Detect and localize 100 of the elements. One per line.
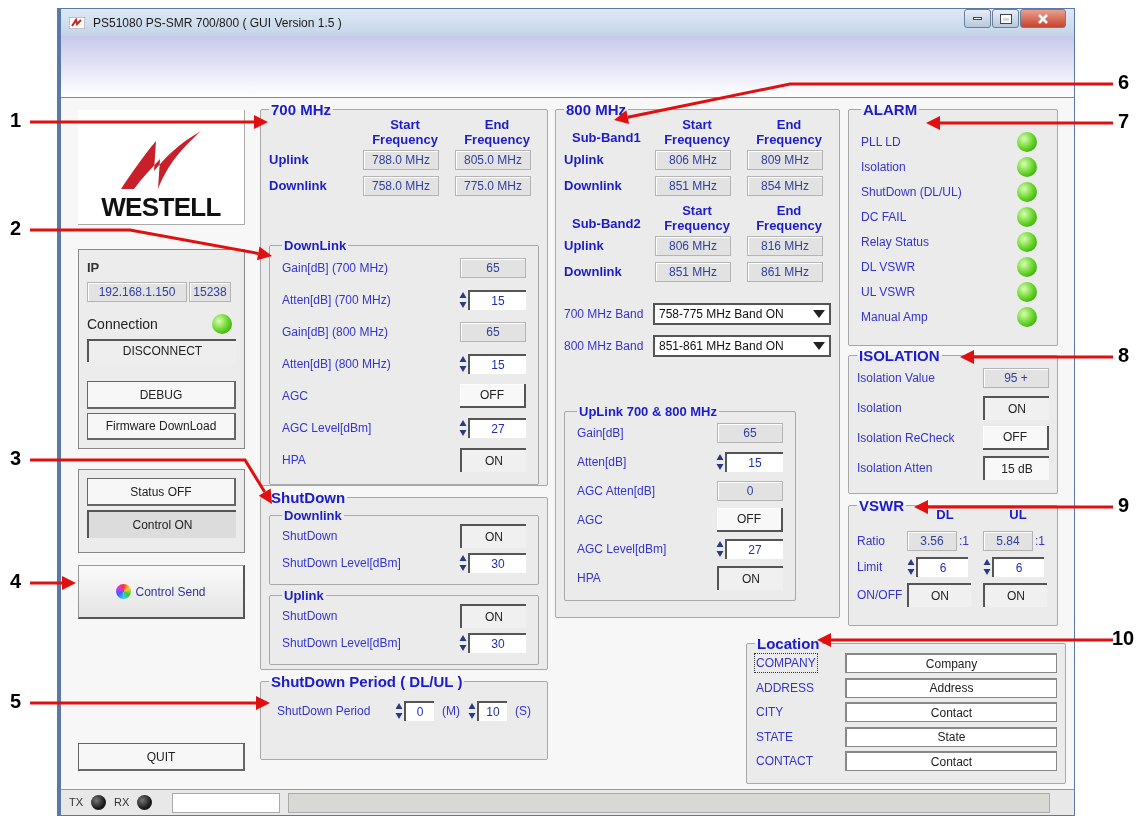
readout-field: 758.0 MHz (363, 176, 439, 196)
callout-number: 2 (10, 218, 22, 238)
spin-arrows-icon[interactable] (468, 702, 476, 720)
control-send-button[interactable]: Control Send (78, 565, 245, 619)
spin-arrows-icon[interactable] (716, 539, 724, 558)
row-label: Downlink (564, 263, 623, 282)
readout-field: 851 MHz (655, 262, 731, 282)
number-input[interactable]: 27 (725, 538, 783, 559)
number-input[interactable]: 10 (477, 701, 507, 721)
spin-arrows-icon[interactable] (459, 553, 467, 572)
disconnect-button[interactable]: DISCONNECT (87, 338, 236, 362)
spin-arrows-icon[interactable] (459, 291, 467, 309)
number-input[interactable]: 30 (468, 632, 526, 653)
action-button[interactable]: DEBUG (87, 381, 236, 409)
row-label: Uplink (564, 237, 605, 256)
row-label: Gain[dB] (700 MHz) (282, 260, 389, 277)
toggle-button[interactable]: OFF (983, 426, 1049, 450)
group-title: UpLink 700 & 800 MHz (578, 405, 718, 418)
alarm-label: ShutDown (DL/UL) (861, 183, 962, 201)
toggle-button[interactable]: ON (460, 523, 526, 548)
spin-arrows-icon[interactable] (983, 557, 991, 576)
number-input[interactable]: 15 (468, 354, 526, 374)
action-button[interactable]: Status OFF (87, 478, 236, 506)
callout-number: 3 (10, 448, 22, 468)
row-label: ShutDown (282, 607, 338, 625)
number-input[interactable]: 15 (468, 290, 526, 310)
spin-arrows-icon[interactable] (395, 702, 403, 720)
spin-arrows-icon[interactable] (716, 452, 724, 471)
text-input[interactable]: Contact (845, 751, 1057, 772)
readout-field: 806 MHz (655, 236, 731, 256)
band-label: 700 MHz Band (564, 306, 644, 323)
action-button[interactable]: QUIT (78, 743, 245, 771)
toggle-button[interactable]: ON (460, 448, 526, 472)
row-label: ShutDown Level[dBm] (282, 554, 401, 572)
column-header: Start Frequency (371, 117, 439, 147)
callout-number: 6 (1118, 72, 1130, 92)
action-button[interactable]: Control ON (87, 510, 236, 538)
column-header: Start Frequency (663, 203, 731, 233)
row-label: Downlink (269, 177, 328, 196)
callout-number: 10 (1112, 628, 1135, 648)
readout-field: 809 MHz (747, 150, 823, 170)
row-label: AGC Atten[dB] (577, 482, 656, 500)
sub-band-title: Sub-Band1 (571, 128, 642, 147)
text-input[interactable]: Address (845, 677, 1057, 698)
ip-label: IP (87, 259, 101, 277)
location-label: CITY (755, 704, 785, 722)
callout-number: 1 (10, 110, 22, 130)
toggle-button[interactable]: ON (907, 582, 971, 607)
ratio-unit: :1 (1035, 532, 1045, 550)
group-title: 800 MHz (565, 102, 628, 117)
number-input[interactable]: 6 (992, 556, 1044, 577)
text-input[interactable]: Contact (845, 702, 1057, 723)
column-header: End Frequency (463, 117, 531, 147)
readout-field: 806 MHz (655, 150, 731, 170)
toggle-button[interactable]: OFF (717, 507, 783, 532)
action-button[interactable]: Firmware DownLoad (87, 412, 236, 440)
callout-number: 4 (10, 571, 22, 591)
toggle-button[interactable]: ON (983, 396, 1049, 420)
toggle-button[interactable]: OFF (460, 384, 526, 408)
toggle-button[interactable]: ON (460, 603, 526, 628)
number-input[interactable]: 15 (725, 451, 783, 472)
number-input[interactable]: 0 (404, 701, 434, 721)
band-dropdown[interactable]: 851-861 MHz Band ON (653, 335, 831, 357)
row-label: AGC Level[dBm] (282, 420, 372, 437)
row-label: AGC (282, 388, 308, 405)
alarm-label: UL VSWR (861, 283, 916, 301)
alarm-label: Relay Status (861, 233, 930, 251)
callout-number: 5 (10, 691, 22, 711)
row-label: Isolation ReCheck (857, 430, 955, 447)
close-icon[interactable] (1020, 9, 1066, 28)
readout-field: 851 MHz (655, 176, 731, 196)
number-input[interactable]: 27 (468, 418, 526, 438)
alarm-label: DL VSWR (861, 258, 916, 276)
row-label: Isolation Atten (857, 460, 933, 477)
row-label: AGC Level[dBm] (577, 540, 667, 558)
maximize-icon[interactable] (992, 9, 1019, 28)
spin-arrows-icon[interactable] (459, 633, 467, 652)
readout-field: 0 (717, 480, 783, 501)
row-label: Downlink (564, 177, 623, 196)
number-input[interactable]: 30 (468, 552, 526, 573)
spin-arrows-icon[interactable] (907, 557, 915, 576)
spin-arrows-icon[interactable] (459, 355, 467, 373)
row-label: Atten[dB] (700 MHz) (282, 292, 391, 309)
group-title: VSWR (858, 498, 905, 513)
minimize-icon[interactable] (964, 9, 991, 28)
group-title: Uplink (283, 589, 325, 602)
spin-arrows-icon[interactable] (459, 419, 467, 437)
band-dropdown[interactable]: 758-775 MHz Band ON (653, 303, 831, 325)
band-label: 800 MHz Band (564, 338, 644, 355)
toggle-button[interactable]: ON (983, 582, 1047, 607)
alarm-label: Manual Amp (861, 308, 928, 326)
number-input[interactable]: 6 (916, 556, 968, 577)
row-label: Ratio (857, 532, 886, 550)
readout-field: 65 (460, 322, 526, 342)
color-wheel-icon (116, 584, 132, 599)
toggle-button[interactable]: ON (717, 565, 783, 590)
readout-field: 65 (717, 422, 783, 443)
readout-field: 3.56 (907, 530, 957, 551)
text-input[interactable]: Company (845, 653, 1057, 674)
text-input[interactable]: State (845, 726, 1057, 747)
